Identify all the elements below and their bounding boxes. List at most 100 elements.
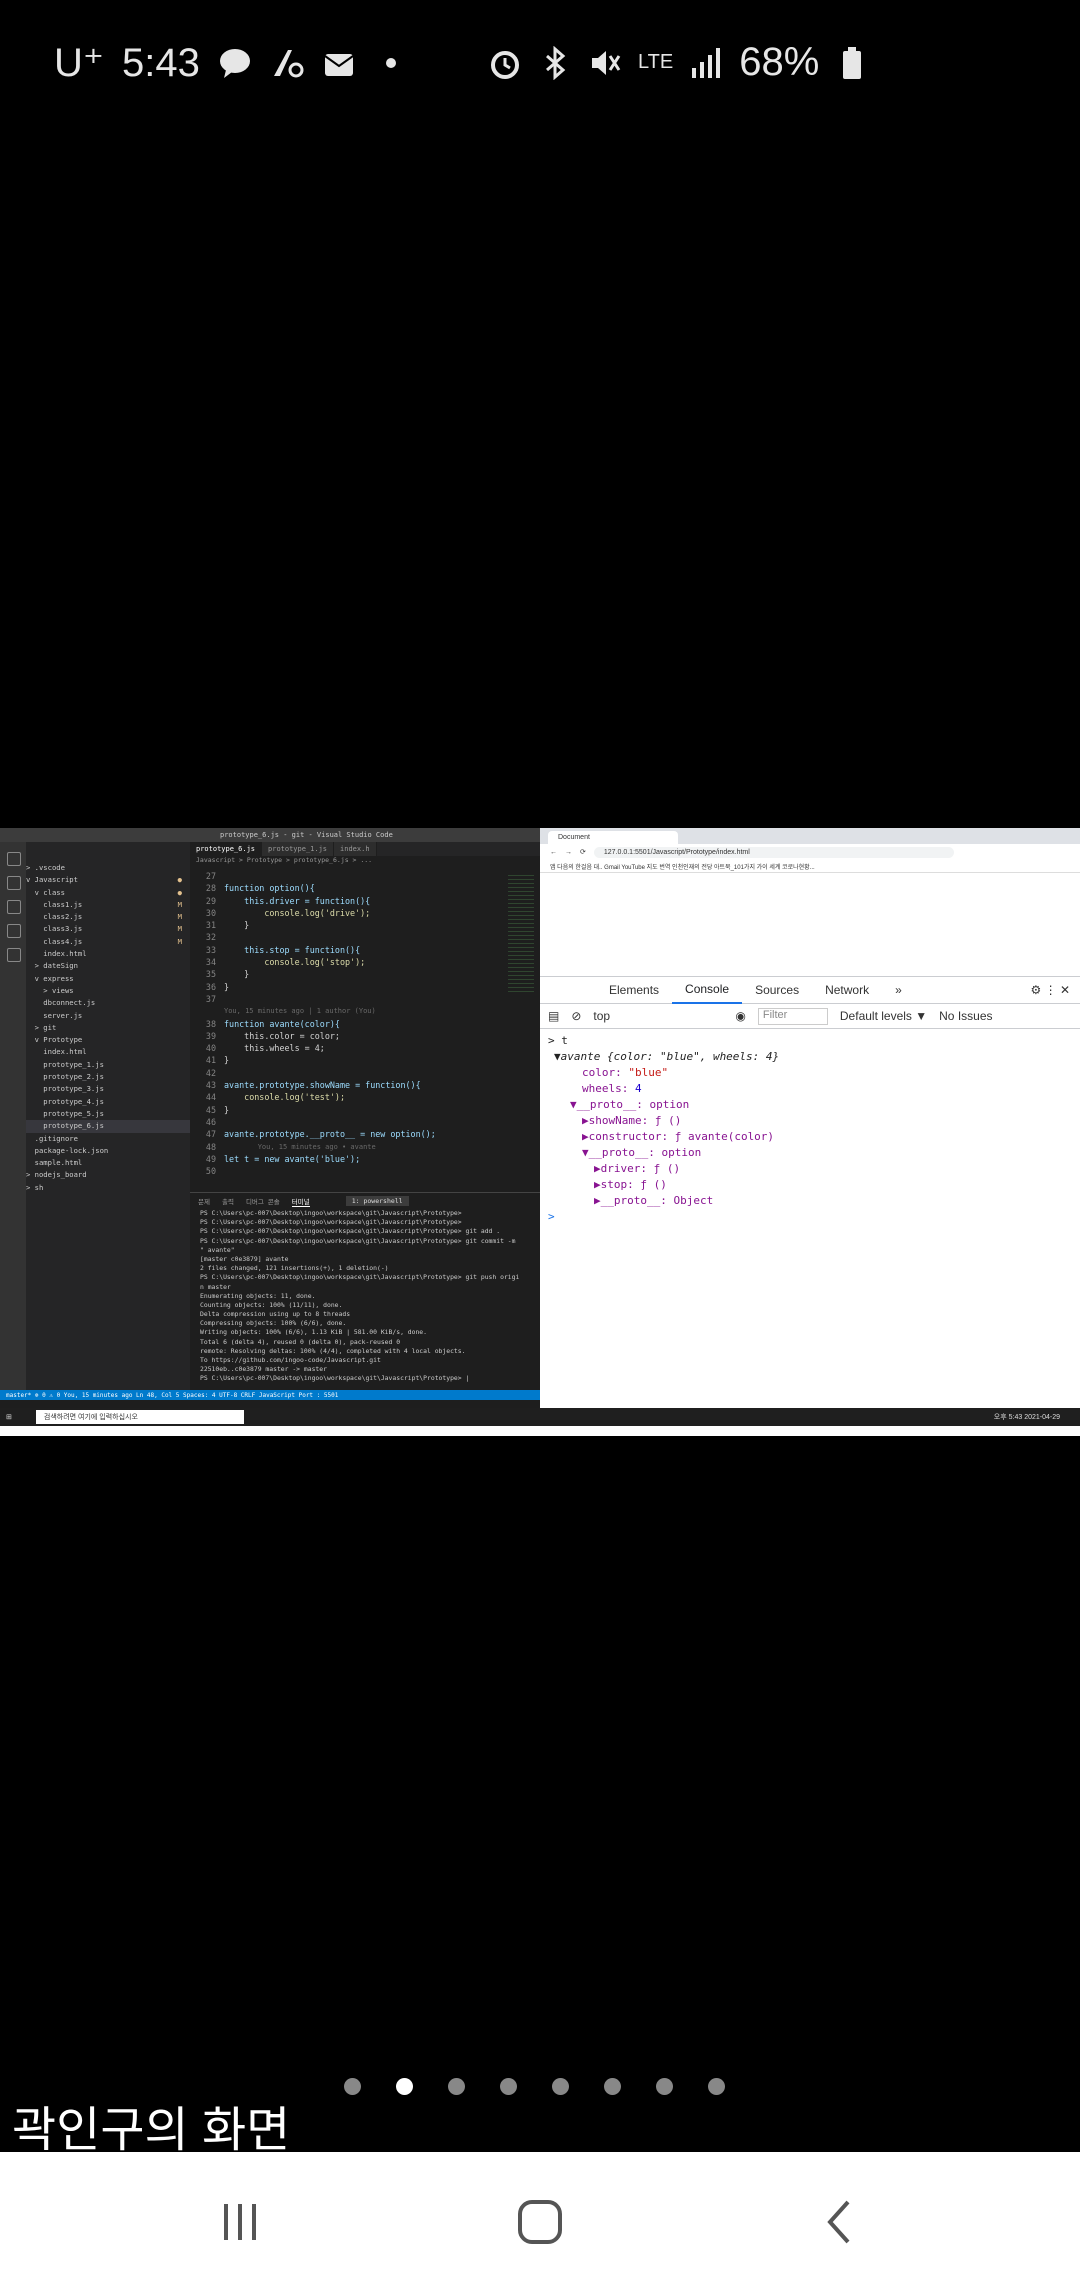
tab-output[interactable]: 출력	[222, 1196, 234, 1206]
code-line[interactable]: 37	[190, 993, 540, 1005]
tab-prototype-6[interactable]: prototype_6.js	[190, 842, 263, 856]
tab-sources[interactable]: Sources	[742, 977, 812, 1003]
console-output[interactable]: > t ▼avante {color: "blue", wheels: 4} c…	[540, 1029, 1080, 1225]
page-dot[interactable]	[656, 2078, 673, 2095]
code-line[interactable]: 32	[190, 931, 540, 943]
page-dot[interactable]	[448, 2078, 465, 2095]
url-field[interactable]: 127.0.0.1:5501/Javascript/Prototype/inde…	[593, 846, 954, 858]
code-line[interactable]: 47 avante.prototype.__proto__ = new optio…	[190, 1128, 540, 1140]
code-line[interactable]: 31 }	[190, 919, 540, 931]
file-tree-item[interactable]: prototype_6.js	[26, 1120, 190, 1133]
file-tree-item[interactable]: > sh	[26, 1182, 190, 1194]
tab-more[interactable]: »	[882, 977, 915, 1003]
page-dot[interactable]	[604, 2078, 621, 2095]
console-object[interactable]: ▼avante {color: "blue", wheels: 4}	[548, 1049, 1080, 1065]
proto-showname[interactable]: ▶showName: ƒ ()	[548, 1113, 1080, 1129]
file-tree-item[interactable]: class2.js M	[26, 911, 190, 923]
console-prompt[interactable]: >	[548, 1209, 1080, 1225]
code-line[interactable]: 38 function avante(color){	[190, 1018, 540, 1030]
sidebar-toggle-icon[interactable]: ▤	[548, 1009, 559, 1023]
proto-object[interactable]: ▶__proto__: Object	[548, 1193, 1080, 1209]
issues-badge[interactable]: No Issues	[939, 1009, 992, 1023]
file-tree-item[interactable]: > git	[26, 1022, 190, 1034]
code-line[interactable]: 36}	[190, 981, 540, 993]
terminal-output[interactable]: PS C:\Users\pc-007\Desktop\ingoo\workspa…	[190, 1209, 540, 1384]
code-line[interactable]: 30 console.log('drive');	[190, 907, 540, 919]
source-control-icon[interactable]	[7, 900, 21, 914]
levels-select[interactable]: Default levels ▼	[840, 1009, 927, 1023]
tab-problems[interactable]: 문제	[198, 1196, 210, 1206]
code-line[interactable]: 49 let t = new avante('blue');	[190, 1153, 540, 1165]
file-tree-item[interactable]: class1.js M	[26, 899, 190, 911]
code-line[interactable]: 28 function option(){	[190, 882, 540, 894]
clear-console-icon[interactable]: ⊘	[571, 1009, 581, 1023]
page-dot[interactable]	[396, 2078, 413, 2095]
code-line[interactable]: 42	[190, 1067, 540, 1079]
page-dot[interactable]	[708, 2078, 725, 2095]
code-line[interactable]: 41}	[190, 1054, 540, 1066]
file-tree-item[interactable]: package-lock.json	[26, 1145, 190, 1157]
code-line[interactable]: 48 You, 15 minutes ago • avante	[190, 1141, 540, 1153]
debug-icon[interactable]	[7, 924, 21, 938]
taskbar-search[interactable]: 검색하려면 여기에 입력하십시오	[35, 1410, 244, 1424]
file-tree-item[interactable]: prototype_4.js	[26, 1096, 190, 1108]
file-tree-item[interactable]: class4.js M	[26, 936, 190, 948]
file-tree-item[interactable]: v Javascript ●	[26, 874, 190, 886]
file-tree-item[interactable]: > .vscode	[26, 862, 190, 874]
file-tree-item[interactable]: prototype_3.js	[26, 1083, 190, 1095]
home-icon[interactable]	[510, 2192, 570, 2252]
code-line[interactable]: 33 this.stop = function(){	[190, 944, 540, 956]
page-dot[interactable]	[344, 2078, 361, 2095]
code-line[interactable]: 46	[190, 1116, 540, 1128]
proto-constructor[interactable]: ▶constructor: ƒ avante(color)	[548, 1129, 1080, 1145]
minimap[interactable]	[508, 872, 534, 992]
file-tree-item[interactable]: index.html	[26, 948, 190, 960]
explorer-icon[interactable]	[7, 852, 21, 866]
proto-option-1[interactable]: ▼__proto__: option	[548, 1097, 1080, 1113]
code-line[interactable]: 40 this.wheels = 4;	[190, 1042, 540, 1054]
file-tree-item[interactable]: > nodejs_board	[26, 1169, 190, 1181]
file-tree-item[interactable]: v class ●	[26, 887, 190, 899]
search-icon[interactable]	[7, 876, 21, 890]
filter-input[interactable]: Filter	[757, 1007, 828, 1025]
forward-icon[interactable]: →	[565, 849, 572, 856]
back-icon[interactable]	[810, 2192, 870, 2252]
file-tree-item[interactable]: prototype_5.js	[26, 1108, 190, 1120]
proto-stop[interactable]: ▶stop: ƒ ()	[548, 1177, 1080, 1193]
chrome-tab-document[interactable]: Document	[548, 831, 678, 844]
page-dot[interactable]	[552, 2078, 569, 2095]
recent-apps-icon[interactable]	[210, 2192, 270, 2252]
code-line[interactable]: You, 15 minutes ago | 1 author (You)	[190, 1005, 540, 1017]
proto-driver[interactable]: ▶driver: ƒ ()	[548, 1161, 1080, 1177]
code-line[interactable]: 45}	[190, 1104, 540, 1116]
file-tree-item[interactable]: > views	[26, 985, 190, 997]
bookmarks-text[interactable]: 앱 다음의 한걸음 대.. Gmail YouTube 지도 번역 인천인재의 …	[550, 862, 815, 871]
code-line[interactable]: 44 console.log('test');	[190, 1091, 540, 1103]
reload-icon[interactable]: ⟳	[580, 848, 586, 856]
terminal-selector[interactable]: 1: powershell	[345, 1196, 409, 1206]
eye-icon[interactable]: ◉	[735, 1009, 745, 1023]
file-tree-item[interactable]: v Prototype	[26, 1034, 190, 1046]
file-tree-item[interactable]: index.html	[26, 1046, 190, 1058]
file-tree-item[interactable]: prototype_2.js	[26, 1071, 190, 1083]
code-line[interactable]: 50	[190, 1165, 540, 1177]
file-tree-item[interactable]: dbconnect.js	[26, 997, 190, 1009]
code-line[interactable]: 35 }	[190, 968, 540, 980]
windows-start-icon[interactable]: ⊞	[6, 1413, 12, 1421]
tab-prototype-1[interactable]: prototype_1.js	[262, 842, 335, 856]
proto-option-2[interactable]: ▼__proto__: option	[548, 1145, 1080, 1161]
file-tree-item[interactable]: .gitignore	[26, 1133, 190, 1145]
code-line[interactable]: 39 this.color = color;	[190, 1030, 540, 1042]
file-tree-item[interactable]: class3.js M	[26, 923, 190, 935]
file-tree-item[interactable]: server.js	[26, 1010, 190, 1022]
tab-terminal[interactable]: 터미널	[291, 1196, 310, 1207]
code-line[interactable]: 27	[190, 870, 540, 882]
code-line[interactable]: 29 this.driver = function(){	[190, 895, 540, 907]
tab-console[interactable]: Console	[672, 976, 743, 1004]
back-icon[interactable]: ←	[550, 849, 557, 856]
context-select[interactable]: top	[593, 1009, 723, 1023]
tab-debug-console[interactable]: 디버그 콘솔	[246, 1196, 280, 1206]
tab-index[interactable]: index.h	[334, 842, 377, 856]
page-dot[interactable]	[500, 2078, 517, 2095]
file-tree-item[interactable]: > dateSign	[26, 960, 190, 972]
